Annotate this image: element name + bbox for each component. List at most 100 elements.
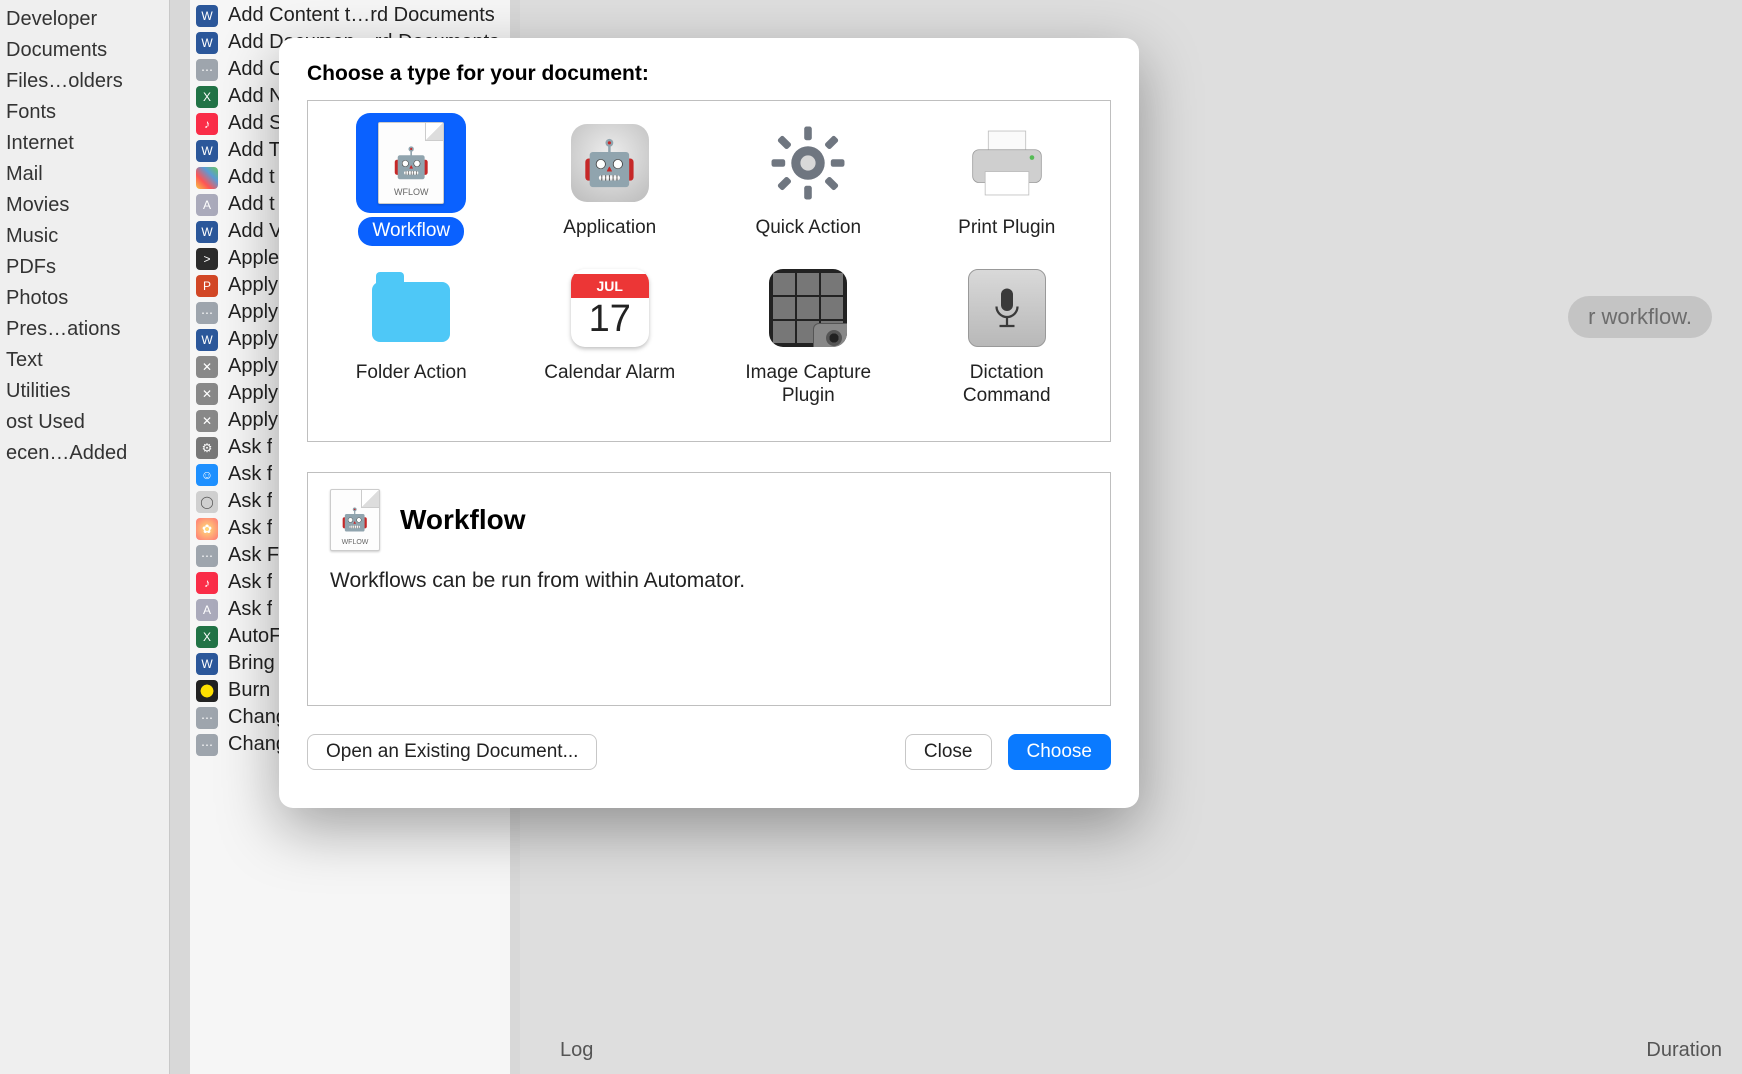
dialog-button-row: Open an Existing Document... Close Choos… [307, 734, 1111, 770]
action-label: Add Content t…rd Documents [228, 4, 495, 27]
misc-icon: ⋯ [196, 545, 218, 567]
type-workflow[interactable]: 🤖 WFLOW Workflow [316, 111, 507, 250]
action-label: Add C [228, 58, 284, 81]
choose-button[interactable]: Choose [1008, 734, 1112, 770]
new-document-dialog: Choose a type for your document: 🤖 WFLOW… [279, 38, 1139, 808]
calendar-icon: JUL 17 [571, 269, 649, 347]
category-item[interactable]: ost Used [0, 407, 169, 438]
music-icon: ♪ [196, 113, 218, 135]
misc-icon: ⋯ [196, 302, 218, 324]
action-label: Ask F [228, 544, 279, 567]
document-type-grid: 🤖 WFLOW Workflow 🤖 Application [307, 100, 1111, 442]
action-label: Ask f [228, 490, 272, 513]
action-label: Bring [228, 652, 275, 675]
misc-icon: ⋯ [196, 734, 218, 756]
word-icon: W [196, 221, 218, 243]
category-item[interactable]: Internet [0, 128, 169, 159]
category-item[interactable]: Pres…ations [0, 314, 169, 345]
action-label: Add N [228, 85, 284, 108]
library-categories-sidebar: DeveloperDocumentsFiles…oldersFontsInter… [0, 0, 170, 1074]
open-existing-button[interactable]: Open an Existing Document... [307, 734, 597, 770]
word-icon: W [196, 329, 218, 351]
action-label: Burn [228, 679, 270, 702]
action-label: Apply [228, 328, 278, 351]
category-item[interactable]: ecen…Added [0, 438, 169, 469]
dialog-title: Choose a type for your document: [307, 62, 1111, 86]
category-item[interactable]: Fonts [0, 97, 169, 128]
log-footer: Log Duration [560, 1039, 1722, 1062]
type-image-capture-plugin[interactable]: Image Capture Plugin [713, 256, 904, 412]
burn-icon [196, 680, 218, 702]
action-label: Apply [228, 301, 278, 324]
printer-icon [968, 124, 1046, 202]
action-label: Add t [228, 166, 275, 189]
action-label: Add V [228, 220, 282, 243]
gear-icon [768, 123, 848, 203]
type-quick-action[interactable]: Quick Action [713, 111, 904, 250]
photos-icon [196, 167, 218, 189]
workflow-document-icon: 🤖 WFLOW [330, 489, 380, 551]
category-item[interactable]: Utilities [0, 376, 169, 407]
type-dictation-command[interactable]: Dictation Command [912, 256, 1103, 412]
ppt-icon: P [196, 275, 218, 297]
sphere-icon: ◯ [196, 491, 218, 513]
action-label: Ask f [228, 436, 272, 459]
excel-icon: X [196, 626, 218, 648]
action-label: Add T [228, 139, 281, 162]
action-label: Ask f [228, 571, 272, 594]
application-icon: 🤖 [571, 124, 649, 202]
type-description-box: 🤖 WFLOW Workflow Workflows can be run fr… [307, 472, 1111, 706]
category-item[interactable]: PDFs [0, 252, 169, 283]
action-label: Apply [228, 409, 278, 432]
action-label: Apply [228, 382, 278, 405]
type-application[interactable]: 🤖 Application [515, 111, 706, 250]
description-text: Workflows can be run from within Automat… [330, 569, 1088, 593]
word-icon: W [196, 653, 218, 675]
category-item[interactable]: Developer [0, 4, 169, 35]
hammer-icon: ✕ [196, 383, 218, 405]
category-item[interactable]: Photos [0, 283, 169, 314]
music-icon: ♪ [196, 572, 218, 594]
excel-icon: X [196, 86, 218, 108]
category-item[interactable]: Documents [0, 35, 169, 66]
action-label: AutoF [228, 625, 281, 648]
flower-icon: ✿ [196, 518, 218, 540]
category-item[interactable]: Files…olders [0, 66, 169, 97]
log-label: Log [560, 1039, 593, 1062]
category-item[interactable]: Mail [0, 159, 169, 190]
misc-icon: ⋯ [196, 59, 218, 81]
action-label: Ask f [228, 517, 272, 540]
duration-label: Duration [1646, 1039, 1722, 1062]
word-icon: W [196, 140, 218, 162]
description-title: Workflow [400, 504, 525, 536]
finder-icon: ☺ [196, 464, 218, 486]
workflow-document-icon: 🤖 WFLOW [378, 122, 444, 204]
misc-icon: ⋯ [196, 707, 218, 729]
type-calendar-alarm[interactable]: JUL 17 Calendar Alarm [515, 256, 706, 412]
folder-icon [372, 282, 450, 342]
category-item[interactable]: Movies [0, 190, 169, 221]
microphone-icon [968, 269, 1046, 347]
word-icon: W [196, 5, 218, 27]
action-label: Ask f [228, 598, 272, 621]
close-button[interactable]: Close [905, 734, 992, 770]
action-label: Apply [228, 355, 278, 378]
term-icon: > [196, 248, 218, 270]
word-icon: W [196, 32, 218, 54]
action-label: Add t [228, 193, 275, 216]
action-label: Ask f [228, 463, 272, 486]
action-label: Apply [228, 274, 278, 297]
hammer-icon: ✕ [196, 356, 218, 378]
txt-icon: A [196, 599, 218, 621]
category-item[interactable]: Music [0, 221, 169, 252]
category-item[interactable]: Text [0, 345, 169, 376]
type-print-plugin[interactable]: Print Plugin [912, 111, 1103, 250]
type-folder-action[interactable]: Folder Action [316, 256, 507, 412]
action-label: Add S [228, 112, 282, 135]
action-list-item[interactable]: W Add Content t…rd Documents [190, 2, 510, 29]
action-label: Apple [228, 247, 279, 270]
image-capture-icon [769, 269, 847, 347]
gear-icon: ⚙ [196, 437, 218, 459]
hammer-icon: ✕ [196, 410, 218, 432]
txt-icon: A [196, 194, 218, 216]
